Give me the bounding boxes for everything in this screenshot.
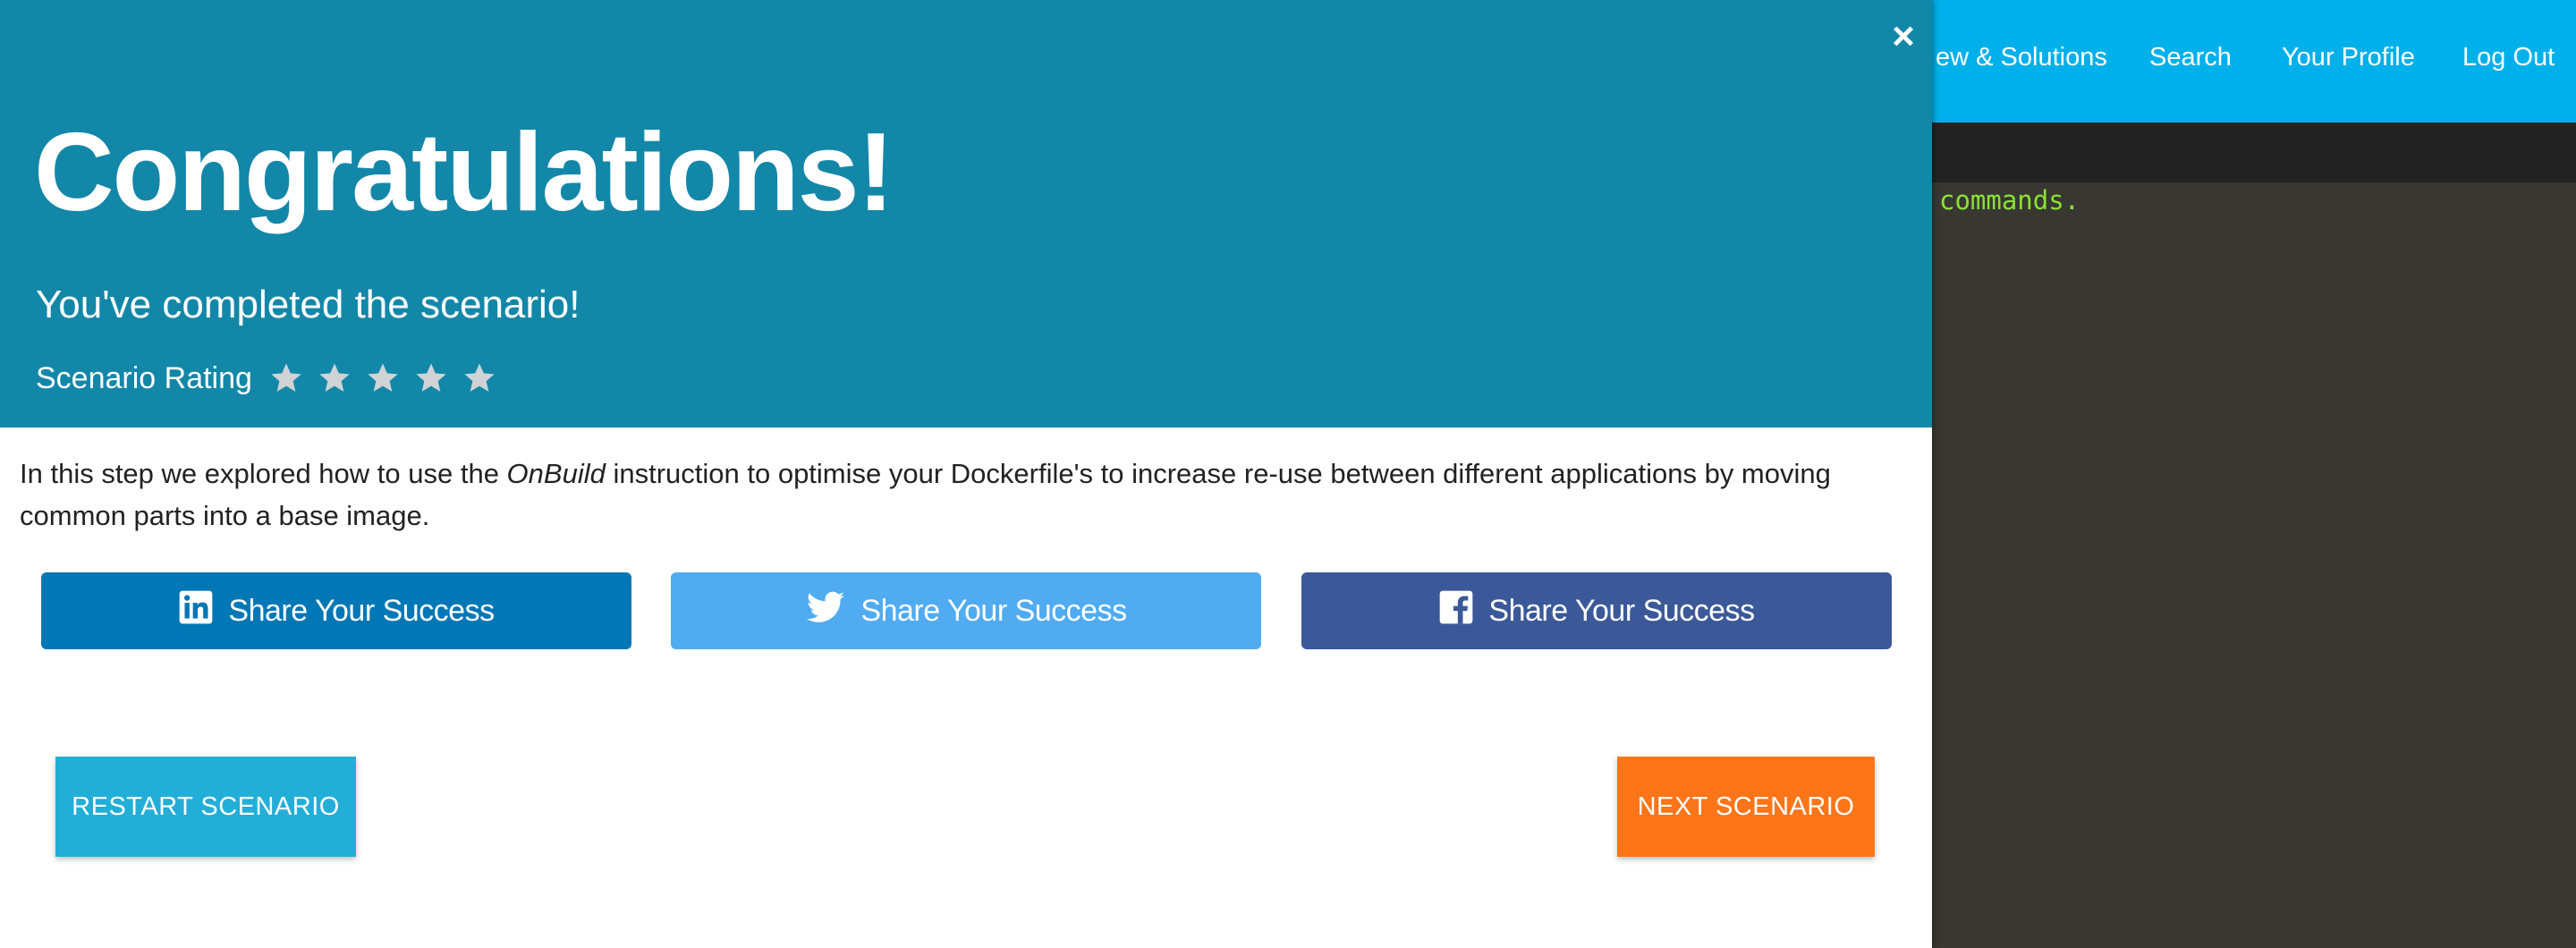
share-twitter-button[interactable]: Share Your Success <box>671 572 1261 649</box>
facebook-icon <box>1438 589 1474 625</box>
completion-modal: × Congratulations! You've completed the … <box>0 0 1932 948</box>
page-title: Congratulations! <box>34 111 894 234</box>
share-linkedin-label: Share Your Success <box>228 593 495 628</box>
modal-header: × Congratulations! You've completed the … <box>0 0 1932 427</box>
nav-your-profile[interactable]: Your Profile <box>2282 43 2415 72</box>
share-linkedin-button[interactable]: Share Your Success <box>41 572 631 649</box>
close-button[interactable]: × <box>1887 16 1919 57</box>
star-icon-1[interactable] <box>268 360 304 396</box>
nav-log-out[interactable]: Log Out <box>2462 43 2555 72</box>
nav-review-solutions[interactable]: ew & Solutions <box>1936 43 2107 72</box>
share-twitter-label: Share Your Success <box>860 593 1127 628</box>
share-facebook-button[interactable]: Share Your Success <box>1301 572 1892 649</box>
scenario-summary: In this step we explored how to use the … <box>20 453 1907 537</box>
linkedin-icon <box>178 589 214 625</box>
rating-label: Scenario Rating <box>36 360 252 395</box>
restart-scenario-button[interactable]: RESTART SCENARIO <box>55 757 356 857</box>
scenario-rating: Scenario Rating <box>36 356 510 401</box>
completion-subtitle: You've completed the scenario! <box>36 283 580 326</box>
summary-emphasis: OnBuild <box>506 458 606 489</box>
nav-search[interactable]: Search <box>2149 43 2232 72</box>
terminal-line: commands. <box>1939 185 2080 216</box>
star-icon-5[interactable] <box>462 360 497 396</box>
star-icon-4[interactable] <box>413 360 449 396</box>
twitter-icon <box>805 587 846 628</box>
star-icon-3[interactable] <box>365 360 401 396</box>
star-icon-2[interactable] <box>317 360 352 396</box>
share-facebook-label: Share Your Success <box>1488 593 1755 628</box>
next-scenario-button[interactable]: NEXT SCENARIO <box>1617 757 1875 857</box>
summary-text: In this step we explored how to use the <box>20 458 507 489</box>
